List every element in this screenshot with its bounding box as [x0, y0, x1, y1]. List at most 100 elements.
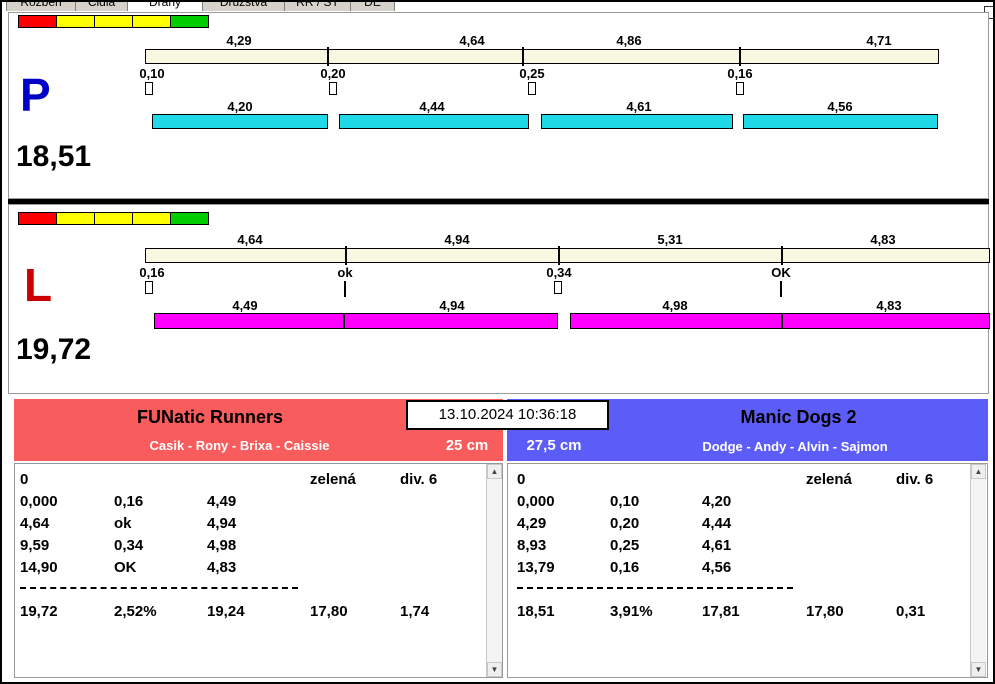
- result-cell: OK: [114, 559, 137, 576]
- summary-cell: 2,52%: [114, 603, 157, 620]
- start-light-label: zelená: [310, 471, 356, 488]
- result-cell: 0: [20, 471, 29, 488]
- lane-panel-l: [8, 204, 989, 394]
- team-left-scrollbar[interactable]: ▲ ▼: [486, 464, 502, 677]
- result-cell: 0,10: [610, 493, 640, 510]
- dog-bar-tick: [343, 313, 345, 329]
- result-cell: ok: [114, 515, 132, 532]
- status-light: [170, 212, 209, 225]
- tab-de[interactable]: DE: [350, 2, 395, 11]
- split-tick: [781, 246, 783, 265]
- dog-run-bar: [743, 114, 938, 129]
- sensor-split-value: 4,29: [226, 33, 252, 48]
- tab-druzstva[interactable]: Družstva: [202, 2, 285, 11]
- result-cell: 4,44: [702, 515, 732, 532]
- result-cell: 0,16: [610, 559, 640, 576]
- change-time-value: ok: [337, 265, 353, 280]
- flyball-timing-window: Rozběh Čidla Dráhy Družstva RR / ST DE 4…: [0, 0, 995, 684]
- result-cell: 0,25: [610, 537, 640, 554]
- tab-cidla[interactable]: Čidla: [75, 2, 128, 11]
- status-light: [56, 15, 95, 28]
- result-cell: 9,59: [20, 537, 50, 554]
- change-time-value: 0,25: [519, 66, 545, 81]
- tab-bar: Rozběh Čidla Dráhy Družstva RR / ST DE: [6, 2, 436, 11]
- summary-cell: 18,51: [517, 603, 555, 620]
- scroll-up-icon[interactable]: ▲: [971, 464, 986, 479]
- sensor-split-value: 5,31: [657, 232, 683, 247]
- result-cell: 4,94: [207, 515, 237, 532]
- result-cell: 4,98: [207, 537, 237, 554]
- dog-time-value: 4,56: [827, 99, 853, 114]
- summary-cell: 17,80: [310, 603, 348, 620]
- change-time-value: 0,10: [139, 66, 165, 81]
- summary-cell: 0,31: [896, 603, 926, 620]
- change-checkbox: [329, 82, 337, 95]
- change-time-value: OK: [771, 265, 791, 280]
- division-label: div. 6: [400, 471, 438, 488]
- change-checkbox: [145, 281, 153, 294]
- dog-run-bar: [152, 114, 328, 129]
- scroll-down-icon[interactable]: ▼: [487, 662, 502, 677]
- result-cell: 0,34: [114, 537, 144, 554]
- summary-cell: 19,24: [207, 603, 245, 620]
- result-cell: 4,61: [702, 537, 732, 554]
- tab-rozbeh[interactable]: Rozběh: [6, 2, 76, 11]
- team-left-lineup: Casik - Rony - Brixa - Caissie: [149, 438, 330, 453]
- division-label: div. 6: [896, 471, 934, 488]
- sensor-split-bar: [145, 248, 990, 263]
- team-right-scrollbar[interactable]: ▲ ▼: [970, 464, 986, 677]
- result-cell: 0,000: [20, 493, 58, 510]
- summary-cell: 19,72: [20, 603, 58, 620]
- dog-bar-tick: [781, 313, 783, 329]
- result-cell: 4,83: [207, 559, 237, 576]
- scroll-down-icon[interactable]: ▼: [971, 662, 986, 677]
- result-cell: 13,79: [517, 559, 555, 576]
- dashed-separator: [517, 587, 793, 589]
- dog-time-value: 4,49: [232, 298, 258, 313]
- summary-cell: 1,74: [400, 603, 430, 620]
- team-right-name: Manic Dogs 2: [740, 407, 857, 427]
- team-left-result-panel: [14, 463, 503, 678]
- change-tick-mark: [344, 281, 346, 297]
- change-checkbox: [528, 82, 536, 95]
- dog-time-value: 4,61: [626, 99, 652, 114]
- dog-run-bar: [541, 114, 733, 129]
- status-light: [170, 15, 209, 28]
- change-checkbox: [554, 281, 562, 294]
- result-cell: 4,64: [20, 515, 50, 532]
- result-cell: 4,56: [702, 559, 732, 576]
- summary-cell: 17,80: [806, 603, 844, 620]
- sensor-split-value: 4,83: [870, 232, 896, 247]
- change-checkbox: [145, 82, 153, 95]
- lane-label-p: P: [20, 69, 51, 121]
- summary-cell: 3,91%: [610, 603, 653, 620]
- dog-run-bar: [570, 313, 990, 329]
- scroll-up-icon[interactable]: ▲: [487, 464, 502, 479]
- result-cell: 0,16: [114, 493, 144, 510]
- sensor-split-value: 4,86: [616, 33, 642, 48]
- result-cell: 4,49: [207, 493, 237, 510]
- sensor-split-value: 4,64: [237, 232, 263, 247]
- status-light: [94, 212, 133, 225]
- status-light: [56, 212, 95, 225]
- split-tick: [345, 246, 347, 265]
- sensor-split-value: 4,71: [866, 33, 892, 48]
- tab-rr-st[interactable]: RR / ST: [284, 2, 351, 11]
- result-cell: 0,20: [610, 515, 640, 532]
- lane-total-p: 18,51: [16, 140, 92, 173]
- status-light: [18, 15, 57, 28]
- result-cell: 4,29: [517, 515, 547, 532]
- dog-time-value: 4,83: [876, 298, 902, 313]
- status-light: [94, 15, 133, 28]
- dog-time-value: 4,20: [227, 99, 253, 114]
- change-time-value: 0,20: [320, 66, 346, 81]
- tab-drahy[interactable]: Dráhy: [127, 2, 203, 11]
- change-tick-mark: [780, 281, 782, 297]
- change-time-value: 0,16: [139, 265, 165, 280]
- team-right-lineup: Dodge - Andy - Alvin - Sajmon: [702, 439, 888, 454]
- change-checkbox: [736, 82, 744, 95]
- status-light: [132, 212, 171, 225]
- dashed-separator: [20, 587, 298, 589]
- team-right-result-panel: [507, 463, 988, 678]
- team-left-jump-height: 25 cm: [445, 437, 489, 454]
